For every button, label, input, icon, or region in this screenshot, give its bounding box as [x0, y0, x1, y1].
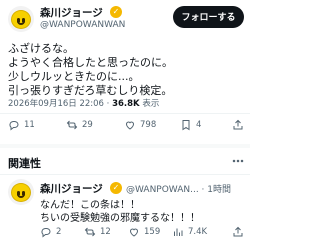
share-icon — [233, 119, 243, 130]
related-reply-button[interactable]: 2 — [40, 226, 61, 238]
retweet-button[interactable]: 29 — [66, 119, 93, 131]
divider — [0, 144, 250, 148]
reply-button[interactable]: 11 — [8, 119, 35, 131]
related-retweet-button[interactable]: 12 — [84, 226, 111, 238]
follow-button[interactable]: フォローする — [173, 6, 244, 28]
retweet-icon — [84, 227, 96, 237]
bookmark-icon — [182, 120, 190, 131]
related-author-name[interactable]: 森川ジョージ — [40, 181, 103, 196]
divider — [0, 113, 250, 114]
related-handle-time[interactable]: @WANPOWAN... · 1時間 — [126, 182, 231, 195]
heart-icon — [129, 228, 139, 237]
share-button[interactable] — [232, 119, 244, 131]
share-icon — [233, 226, 243, 237]
bookmark-count: 4 — [196, 120, 202, 130]
author-handle[interactable]: @WANPOWANWAN — [40, 20, 125, 30]
reply-icon — [9, 121, 19, 131]
related-author-avatar[interactable] — [8, 179, 34, 205]
like-count: 159 — [144, 227, 161, 237]
like-count: 798 — [140, 120, 157, 130]
author-name[interactable]: 森川ジョージ — [40, 5, 103, 20]
retweet-icon — [66, 120, 78, 130]
reply-count: 2 — [56, 227, 62, 237]
author-avatar[interactable] — [8, 6, 34, 32]
heart-icon — [125, 121, 135, 130]
views-label: 表示 — [142, 99, 160, 109]
bookmark-button[interactable]: 4 — [180, 119, 201, 131]
related-like-button[interactable]: 159 — [128, 226, 160, 238]
related-share-button[interactable] — [232, 226, 244, 238]
divider — [0, 174, 250, 175]
retweet-count: 12 — [100, 227, 111, 237]
tweet-meta: 2026年09月16日 22:06 · 36.8K 表示 — [8, 97, 159, 109]
like-button[interactable]: 798 — [124, 119, 156, 131]
views-count: 7.4K — [188, 227, 208, 237]
verified-badge-icon: ✓ — [110, 6, 122, 18]
views-count: 36.8K — [112, 99, 140, 109]
section-title: 関連性 — [8, 157, 41, 170]
meta-separator: · — [106, 99, 110, 109]
views-bar-chart-icon — [174, 228, 183, 236]
tweet-timestamp[interactable]: 2026年09月16日 22:06 — [8, 99, 104, 109]
related-views-button[interactable]: 7.4K — [172, 226, 207, 238]
reply-count: 11 — [24, 120, 35, 130]
reply-icon — [41, 228, 51, 238]
verified-badge-icon: ✓ — [110, 182, 122, 194]
related-text-line: ちいの受験勉強の邪魔するな！！！ — [40, 213, 200, 224]
more-options-icon[interactable] — [232, 159, 244, 163]
retweet-count: 29 — [82, 120, 93, 130]
tweet-text-line: 引っ張りすぎだろ草むしり検定。 — [8, 84, 173, 97]
